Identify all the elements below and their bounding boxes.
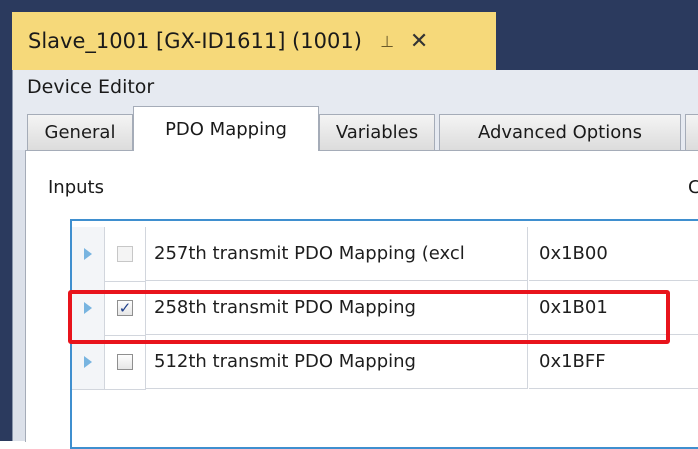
- inputs-pdo-grid: 257th transmit PDO Mapping (excl 0x1B00 …: [70, 219, 698, 449]
- window-left-frame: [0, 0, 12, 441]
- device-editor-title: Device Editor: [13, 70, 698, 104]
- pdo-row[interactable]: 512th transmit PDO Mapping 0x1BFF: [72, 335, 698, 390]
- pdo-checkbox[interactable]: ✓: [117, 300, 133, 316]
- document-tab-title: Slave_1001 [GX-ID1611] (1001): [28, 29, 362, 53]
- expand-arrow-icon: [84, 302, 92, 314]
- expand-row-button[interactable]: [72, 281, 105, 336]
- outputs-label: C: [688, 177, 698, 198]
- inputs-label: Inputs: [48, 177, 104, 198]
- pdo-name: 257th transmit PDO Mapping (excl: [146, 227, 528, 281]
- pdo-name: 258th transmit PDO Mapping: [146, 281, 528, 335]
- pdo-index: 0x1B01: [529, 281, 698, 335]
- window-top-frame: [0, 0, 698, 12]
- pdo-checkbox[interactable]: [117, 354, 133, 370]
- tab-advanced-options[interactable]: Advanced Options: [439, 114, 681, 150]
- device-editor-window: Device Editor General PDO Mapping Variab…: [12, 70, 698, 449]
- pdo-index: 0x1BFF: [529, 335, 698, 389]
- close-icon[interactable]: ✕: [410, 29, 428, 54]
- pdo-checkbox[interactable]: [117, 246, 133, 262]
- expand-arrow-icon: [84, 356, 92, 368]
- expand-arrow-icon: [84, 248, 92, 260]
- pdo-index: 0x1B00: [529, 227, 698, 281]
- tab-pdo-mapping[interactable]: PDO Mapping: [133, 106, 319, 151]
- tab-bar: General PDO Mapping Variables Advanced O…: [13, 104, 698, 151]
- expand-row-button[interactable]: [72, 227, 105, 282]
- document-tab[interactable]: Slave_1001 [GX-ID1611] (1001) ⊣ ✕: [12, 12, 496, 70]
- pdo-mapping-panel: Inputs C 257th transmit PDO Mapping (exc…: [25, 150, 698, 449]
- tab-general[interactable]: General: [27, 114, 133, 150]
- pdo-row[interactable]: ✓ 258th transmit PDO Mapping 0x1B01: [72, 281, 698, 336]
- pdo-name: 512th transmit PDO Mapping: [146, 335, 528, 389]
- pin-icon[interactable]: ⊣: [377, 34, 396, 48]
- tab-variables[interactable]: Variables: [319, 114, 435, 150]
- check-mark-icon: ✓: [118, 298, 132, 317]
- tab-overflow-edge[interactable]: [685, 114, 698, 150]
- expand-row-button[interactable]: [72, 335, 105, 390]
- pdo-row[interactable]: 257th transmit PDO Mapping (excl 0x1B00: [72, 227, 698, 282]
